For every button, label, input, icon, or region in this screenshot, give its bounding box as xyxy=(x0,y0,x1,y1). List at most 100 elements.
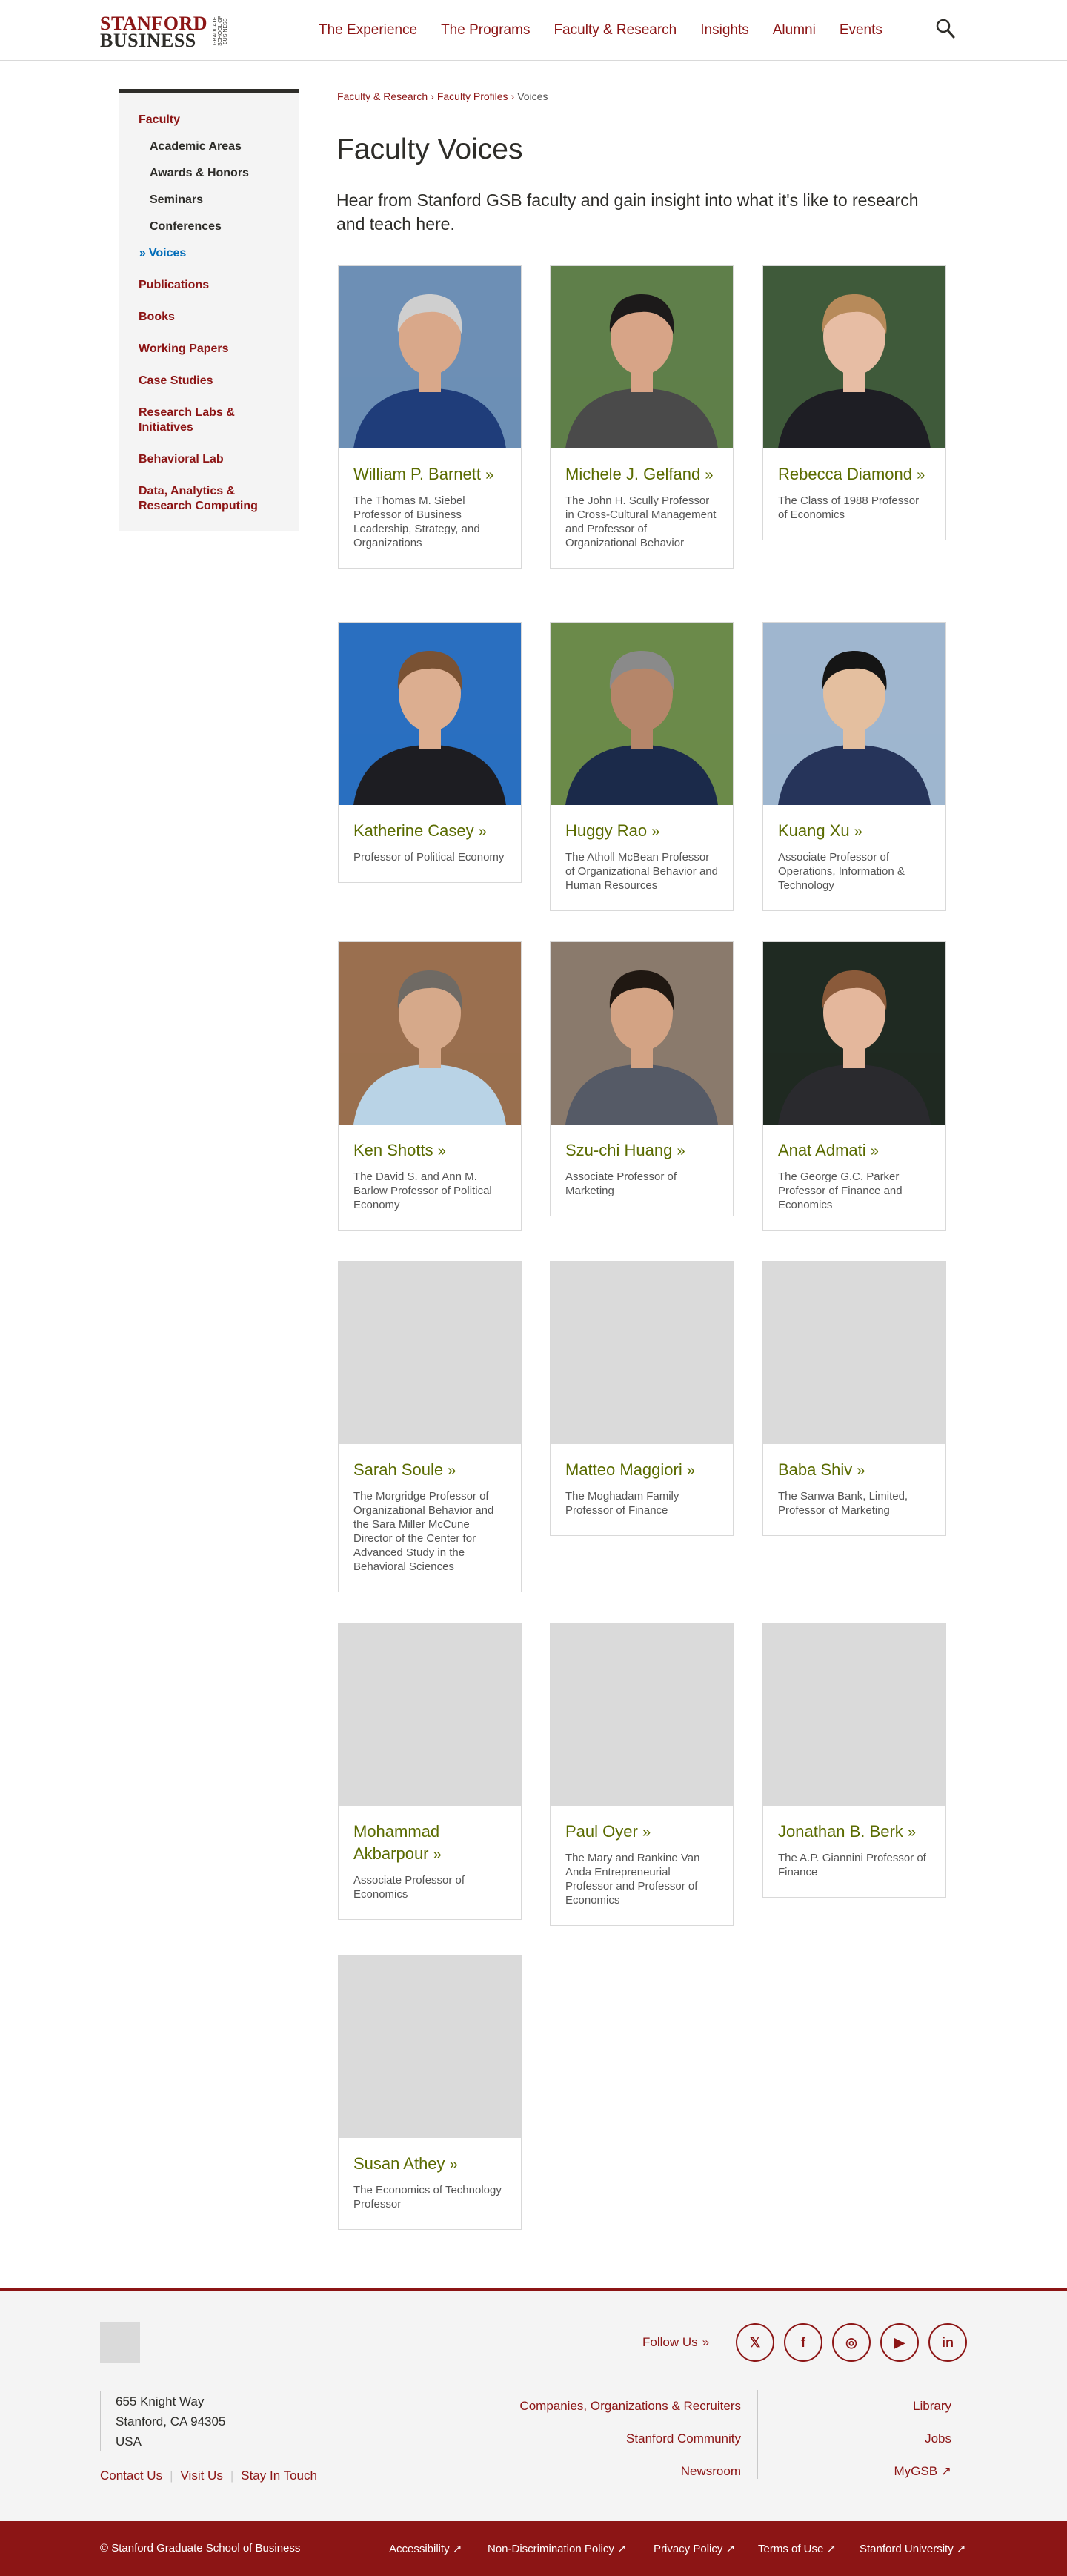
sidebar-item: Books xyxy=(119,310,299,325)
faculty-name[interactable]: Anat Admati » xyxy=(778,1139,931,1162)
library-link[interactable]: Library xyxy=(833,2390,951,2423)
faculty-card[interactable]: Rebecca Diamond » The Class of 1988 Profe… xyxy=(762,265,946,540)
page-intro: Hear from Stanford GSB faculty and gain … xyxy=(336,191,919,234)
faculty-name[interactable]: Baba Shiv » xyxy=(778,1459,931,1482)
youtube-icon[interactable]: ▶ xyxy=(880,2323,919,2362)
stanford-university-link[interactable]: Stanford University ↗ xyxy=(860,2542,965,2555)
newsroom-link[interactable]: Newsroom xyxy=(474,2455,741,2488)
faculty-card-body: Baba Shiv » The Sanwa Bank, Limited, Prof… xyxy=(763,1444,945,1535)
instagram-icon[interactable]: ◎ xyxy=(832,2323,871,2362)
faculty-photo xyxy=(339,623,521,805)
double-chevron-icon: » xyxy=(449,2156,458,2173)
faculty-card[interactable]: Sarah Soule » The Morgridge Professor of … xyxy=(338,1261,522,1592)
nav-alumni[interactable]: Alumni xyxy=(773,22,816,39)
faculty-card[interactable]: Paul Oyer » The Mary and Rankine Van Anda… xyxy=(550,1623,734,1926)
faculty-card[interactable]: Susan Athey » The Economics of Technology… xyxy=(338,1955,522,2230)
nav-insights[interactable]: Insights xyxy=(700,22,748,39)
faculty-title: The George G.C. Parker Professor of Fina… xyxy=(778,1171,903,1211)
sidebar-link-academic-areas[interactable]: Academic Areas xyxy=(119,139,299,154)
faculty-name[interactable]: Kuang Xu » xyxy=(778,820,931,843)
sidebar-link-awards-honors[interactable]: Awards & Honors xyxy=(119,166,299,181)
faculty-card[interactable]: Szu-chi Huang » Associate Professor of Ma… xyxy=(550,941,734,1216)
faculty-card[interactable]: Kuang Xu » Associate Professor of Operati… xyxy=(762,622,946,911)
faculty-name[interactable]: Ken Shotts » xyxy=(353,1139,506,1162)
contact-us-link[interactable]: Contact Us xyxy=(100,2469,162,2483)
sidebar-item-label: Awards & Honors xyxy=(150,167,249,179)
faculty-name-text: Anat Admati xyxy=(778,1141,866,1159)
double-chevron-icon: » xyxy=(433,1847,442,1863)
faculty-name[interactable]: Susan Athey » xyxy=(353,2153,506,2176)
faculty-name[interactable]: William P. Barnett » xyxy=(353,463,506,486)
double-chevron-icon: » xyxy=(857,1463,865,1479)
follow-us-label: Follow Us xyxy=(642,2335,698,2349)
faculty-name[interactable]: Huggy Rao » xyxy=(565,820,718,843)
recruiters-link[interactable]: Companies, Organizations & Recruiters xyxy=(474,2390,741,2423)
faculty-card[interactable]: Michele J. Gelfand » The John H. Scully P… xyxy=(550,265,734,569)
sidebar-link-publications[interactable]: Publications xyxy=(119,278,299,293)
faculty-name[interactable]: Matteo Maggiori » xyxy=(565,1459,718,1482)
faculty-title: The David S. and Ann M. Barlow Professor… xyxy=(353,1171,492,1211)
faculty-card[interactable]: Huggy Rao » The Atholl McBean Professor o… xyxy=(550,622,734,911)
twitter-icon[interactable]: 𝕏 xyxy=(736,2323,774,2362)
visit-us-link[interactable]: Visit Us xyxy=(181,2469,223,2483)
faculty-card-body: Sarah Soule » The Morgridge Professor of … xyxy=(339,1444,521,1592)
faculty-name[interactable]: Michele J. Gelfand » xyxy=(565,463,718,486)
link-divider: | xyxy=(230,2469,234,2483)
double-chevron-icon: » xyxy=(478,824,487,840)
sidebar-link-working-papers[interactable]: Working Papers xyxy=(119,342,299,357)
search-button[interactable] xyxy=(935,18,956,40)
faculty-name[interactable]: Rebecca Diamond » xyxy=(778,463,931,486)
breadcrumb-faculty-research[interactable]: Faculty & Research xyxy=(337,90,428,102)
faculty-name[interactable]: Jonathan B. Berk » xyxy=(778,1821,931,1844)
faculty-name[interactable]: Mohammad Akbarpour » xyxy=(353,1821,506,1866)
terms-of-use-link[interactable]: Terms of Use ↗ xyxy=(758,2542,836,2555)
faculty-title: The Class of 1988 Professor of Economics xyxy=(778,494,920,521)
faculty-name[interactable]: Paul Oyer » xyxy=(565,1821,718,1844)
faculty-card[interactable]: Mohammad Akbarpour » Associate Professor … xyxy=(338,1623,522,1920)
sidebar-link-faculty[interactable]: Faculty xyxy=(119,113,299,128)
breadcrumb-separator: › xyxy=(431,90,434,102)
footer-logo[interactable] xyxy=(100,2322,140,2363)
sidebar-link-case-studies[interactable]: Case Studies xyxy=(119,374,299,388)
nav-the-programs[interactable]: The Programs xyxy=(441,22,530,39)
faculty-card[interactable]: Anat Admati » The George G.C. Parker Prof… xyxy=(762,941,946,1231)
faculty-title: The Sanwa Bank, Limited, Professor of Ma… xyxy=(778,1490,908,1517)
sidebar-link-conferences[interactable]: Conferences xyxy=(119,219,299,234)
faculty-card[interactable]: Jonathan B. Berk » The A.P. Giannini Prof… xyxy=(762,1623,946,1898)
nav-faculty-research[interactable]: Faculty & Research xyxy=(554,22,677,39)
faculty-card[interactable]: William P. Barnett » The Thomas M. Siebel… xyxy=(338,265,522,569)
jobs-link[interactable]: Jobs xyxy=(833,2423,951,2455)
mygsb-link[interactable]: MyGSB ↗ xyxy=(833,2455,951,2488)
linkedin-icon[interactable]: in xyxy=(928,2323,967,2362)
faculty-name-text: Michele J. Gelfand xyxy=(565,465,701,483)
faculty-title: The A.P. Giannini Professor of Finance xyxy=(778,1852,926,1878)
sidebar-link-data-analytics-research-computing[interactable]: Data, Analytics & Research Computing xyxy=(119,484,299,514)
sidebar-link-voices[interactable]: » Voices xyxy=(119,246,299,261)
footer-column-2: Library Jobs MyGSB ↗ xyxy=(833,2390,951,2488)
faculty-name[interactable]: Katherine Casey » xyxy=(353,820,506,843)
nav-the-experience[interactable]: The Experience xyxy=(319,22,417,39)
sidebar-link-research-labs-initiatives[interactable]: Research Labs & Initiatives xyxy=(119,405,299,435)
faculty-card[interactable]: Baba Shiv » The Sanwa Bank, Limited, Prof… xyxy=(762,1261,946,1536)
stanford-community-link[interactable]: Stanford Community xyxy=(474,2423,741,2455)
sidebar-link-behavioral-lab[interactable]: Behavioral Lab xyxy=(119,452,299,467)
stanford-business-logo[interactable]: STANFORD BUSINESS GRADUATE SCHOOL OF BUS… xyxy=(100,14,228,50)
faculty-card[interactable]: Ken Shotts » The David S. and Ann M. Barl… xyxy=(338,941,522,1231)
faculty-card[interactable]: Katherine Casey » Professor of Political … xyxy=(338,622,522,883)
accessibility-link[interactable]: Accessibility ↗ xyxy=(389,2542,462,2555)
sidebar-item: Publications xyxy=(119,278,299,293)
breadcrumb-faculty-profiles[interactable]: Faculty Profiles xyxy=(437,90,508,102)
faculty-photo-placeholder xyxy=(339,1956,521,2138)
faculty-name[interactable]: Sarah Soule » xyxy=(353,1459,506,1482)
sidebar-link-books[interactable]: Books xyxy=(119,310,299,325)
facebook-icon[interactable]: f xyxy=(784,2323,822,2362)
sidebar-link-seminars[interactable]: Seminars xyxy=(119,193,299,208)
faculty-name[interactable]: Szu-chi Huang » xyxy=(565,1139,718,1162)
non-discrimination-link[interactable]: Non-Discrimination Policy ↗ xyxy=(488,2542,627,2555)
faculty-card[interactable]: Matteo Maggiori » The Moghadam Family Pro… xyxy=(550,1261,734,1536)
double-chevron-icon: » xyxy=(642,1824,651,1841)
stay-in-touch-link[interactable]: Stay In Touch xyxy=(241,2469,317,2483)
faculty-title: The John H. Scully Professor in Cross-Cu… xyxy=(565,494,717,549)
privacy-policy-link[interactable]: Privacy Policy ↗ xyxy=(654,2542,735,2555)
nav-events[interactable]: Events xyxy=(840,22,882,39)
